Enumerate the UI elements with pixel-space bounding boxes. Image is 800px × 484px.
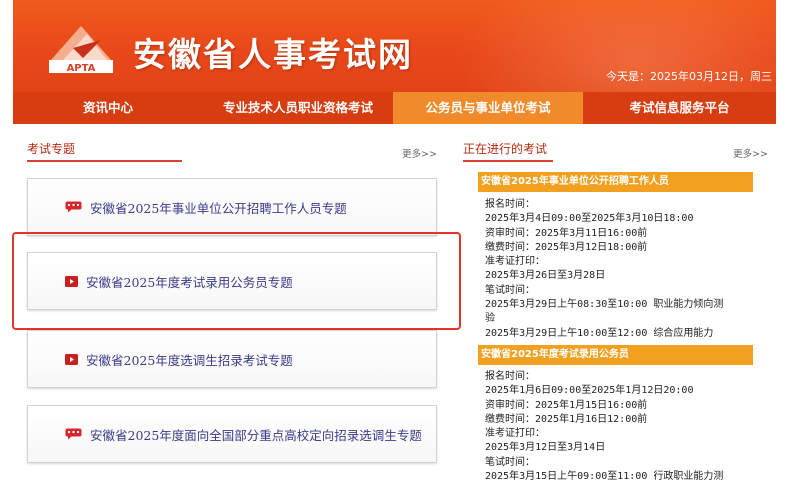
exam-details-civil-servant: 报名时间： 2025年1月6日09:00至2025年1月12日20:00 资审时间：… [485,370,723,484]
exam-detail-line: 笔试时间： [485,284,535,296]
exam-detail-line: 2025年3月26日至3月28日 [485,270,606,282]
nav-item-civil-service-exam[interactable]: 公务员与事业单位考试 [393,92,583,124]
site-title: 安徽省人事考试网 [133,35,413,74]
site-header: APTA 安徽省人事考试网 今天是：2025年03月12日，周三 [13,0,776,92]
exam-detail-line: 缴费时间：2025年1月16日12:00前 [485,413,648,425]
exam-detail-line: 2025年1月6日09:00至2025年1月12日20:00 [485,385,694,397]
speech-bubble-icon [65,201,82,213]
nav-item-exam-service-platform[interactable]: 考试信息服务平台 [583,92,776,124]
speech-bubble-icon [65,428,82,440]
topics-title: 考试专题 [27,142,76,156]
topic-card-public-institution[interactable]: 安徽省2025年事业单位公开招聘工作人员专题 [27,178,437,236]
exam-detail-line: 报名时间： [485,199,535,210]
exam-detail-line: 资审时间：2025年3月11日16:00前 [485,227,648,239]
exam-detail-line: 缴费时间：2025年3月12日18:00前 [485,241,648,253]
main-nav: 资讯中心 专业技术人员职业资格考试 公务员与事业单位考试 考试信息服务平台 [13,92,776,124]
topic-label: 安徽省2025年度选调生招录考试专题 [86,352,293,368]
topic-card-selected-graduates[interactable]: 安徽省2025年度选调生招录考试专题 [27,330,437,388]
exam-detail-line: 2025年3月29日上午08:30至10:00 职业能力倾向测 [485,299,724,311]
exam-detail-line: 2025年3月29日上午10:00至12:00 综合应用能力 [485,327,714,339]
exam-detail-line: 2025年3月12日至3月14日 [485,442,606,454]
topics-underline [27,160,182,162]
exam-detail-line: 2025年3月15日上午09:00至11:00 行政职业能力测 [485,471,724,483]
date-text: 今天是：2025年03月12日，周三 [606,70,772,83]
exam-detail-line: 准考证打印： [485,428,545,440]
exam-detail-line: 报名时间： [485,371,535,382]
topic-card-key-universities[interactable]: 安徽省2025年度面向全国部分重点高校定向招录选调生专题 [27,405,437,463]
ongoing-exams-title: 正在进行的考试 [463,142,548,156]
exam-detail-line: 验 [485,313,495,325]
highlight-box [12,232,461,330]
apta-logo[interactable]: APTA [43,20,119,76]
exam-detail-line: 准考证打印： [485,256,545,268]
exam-details-public-institution: 报名时间： 2025年3月4日09:00至2025年3月10日18:00 资审时间：… [485,198,723,341]
topics-header: 考试专题 更多>> [27,140,437,162]
topic-label: 安徽省2025年度面向全国部分重点高校定向招录选调生专题 [90,427,422,443]
logo-text: APTA [67,63,96,74]
nav-item-professional-exam[interactable]: 专业技术人员职业资格考试 [203,92,393,124]
topic-label: 安徽省2025年事业单位公开招聘工作人员专题 [90,200,347,216]
exam-detail-line: 2025年3月4日09:00至2025年3月10日18:00 [485,213,694,225]
ongoing-exams-underline [463,160,553,162]
exam-title-civil-servant[interactable]: 安徽省2025年度考试录用公务员 [478,345,753,365]
exam-detail-line: 笔试时间： [485,456,535,468]
topics-more-link[interactable]: 更多>> [402,146,437,160]
play-icon [65,353,78,365]
ongoing-exams-header: 正在进行的考试 更多>> [463,140,768,162]
ongoing-exams-more-link[interactable]: 更多>> [733,146,768,160]
exam-detail-line: 资审时间：2025年1月15日16:00前 [485,399,648,411]
nav-item-news[interactable]: 资讯中心 [13,92,203,124]
exam-title-public-institution[interactable]: 安徽省2025年事业单位公开招聘工作人员 [478,172,753,192]
